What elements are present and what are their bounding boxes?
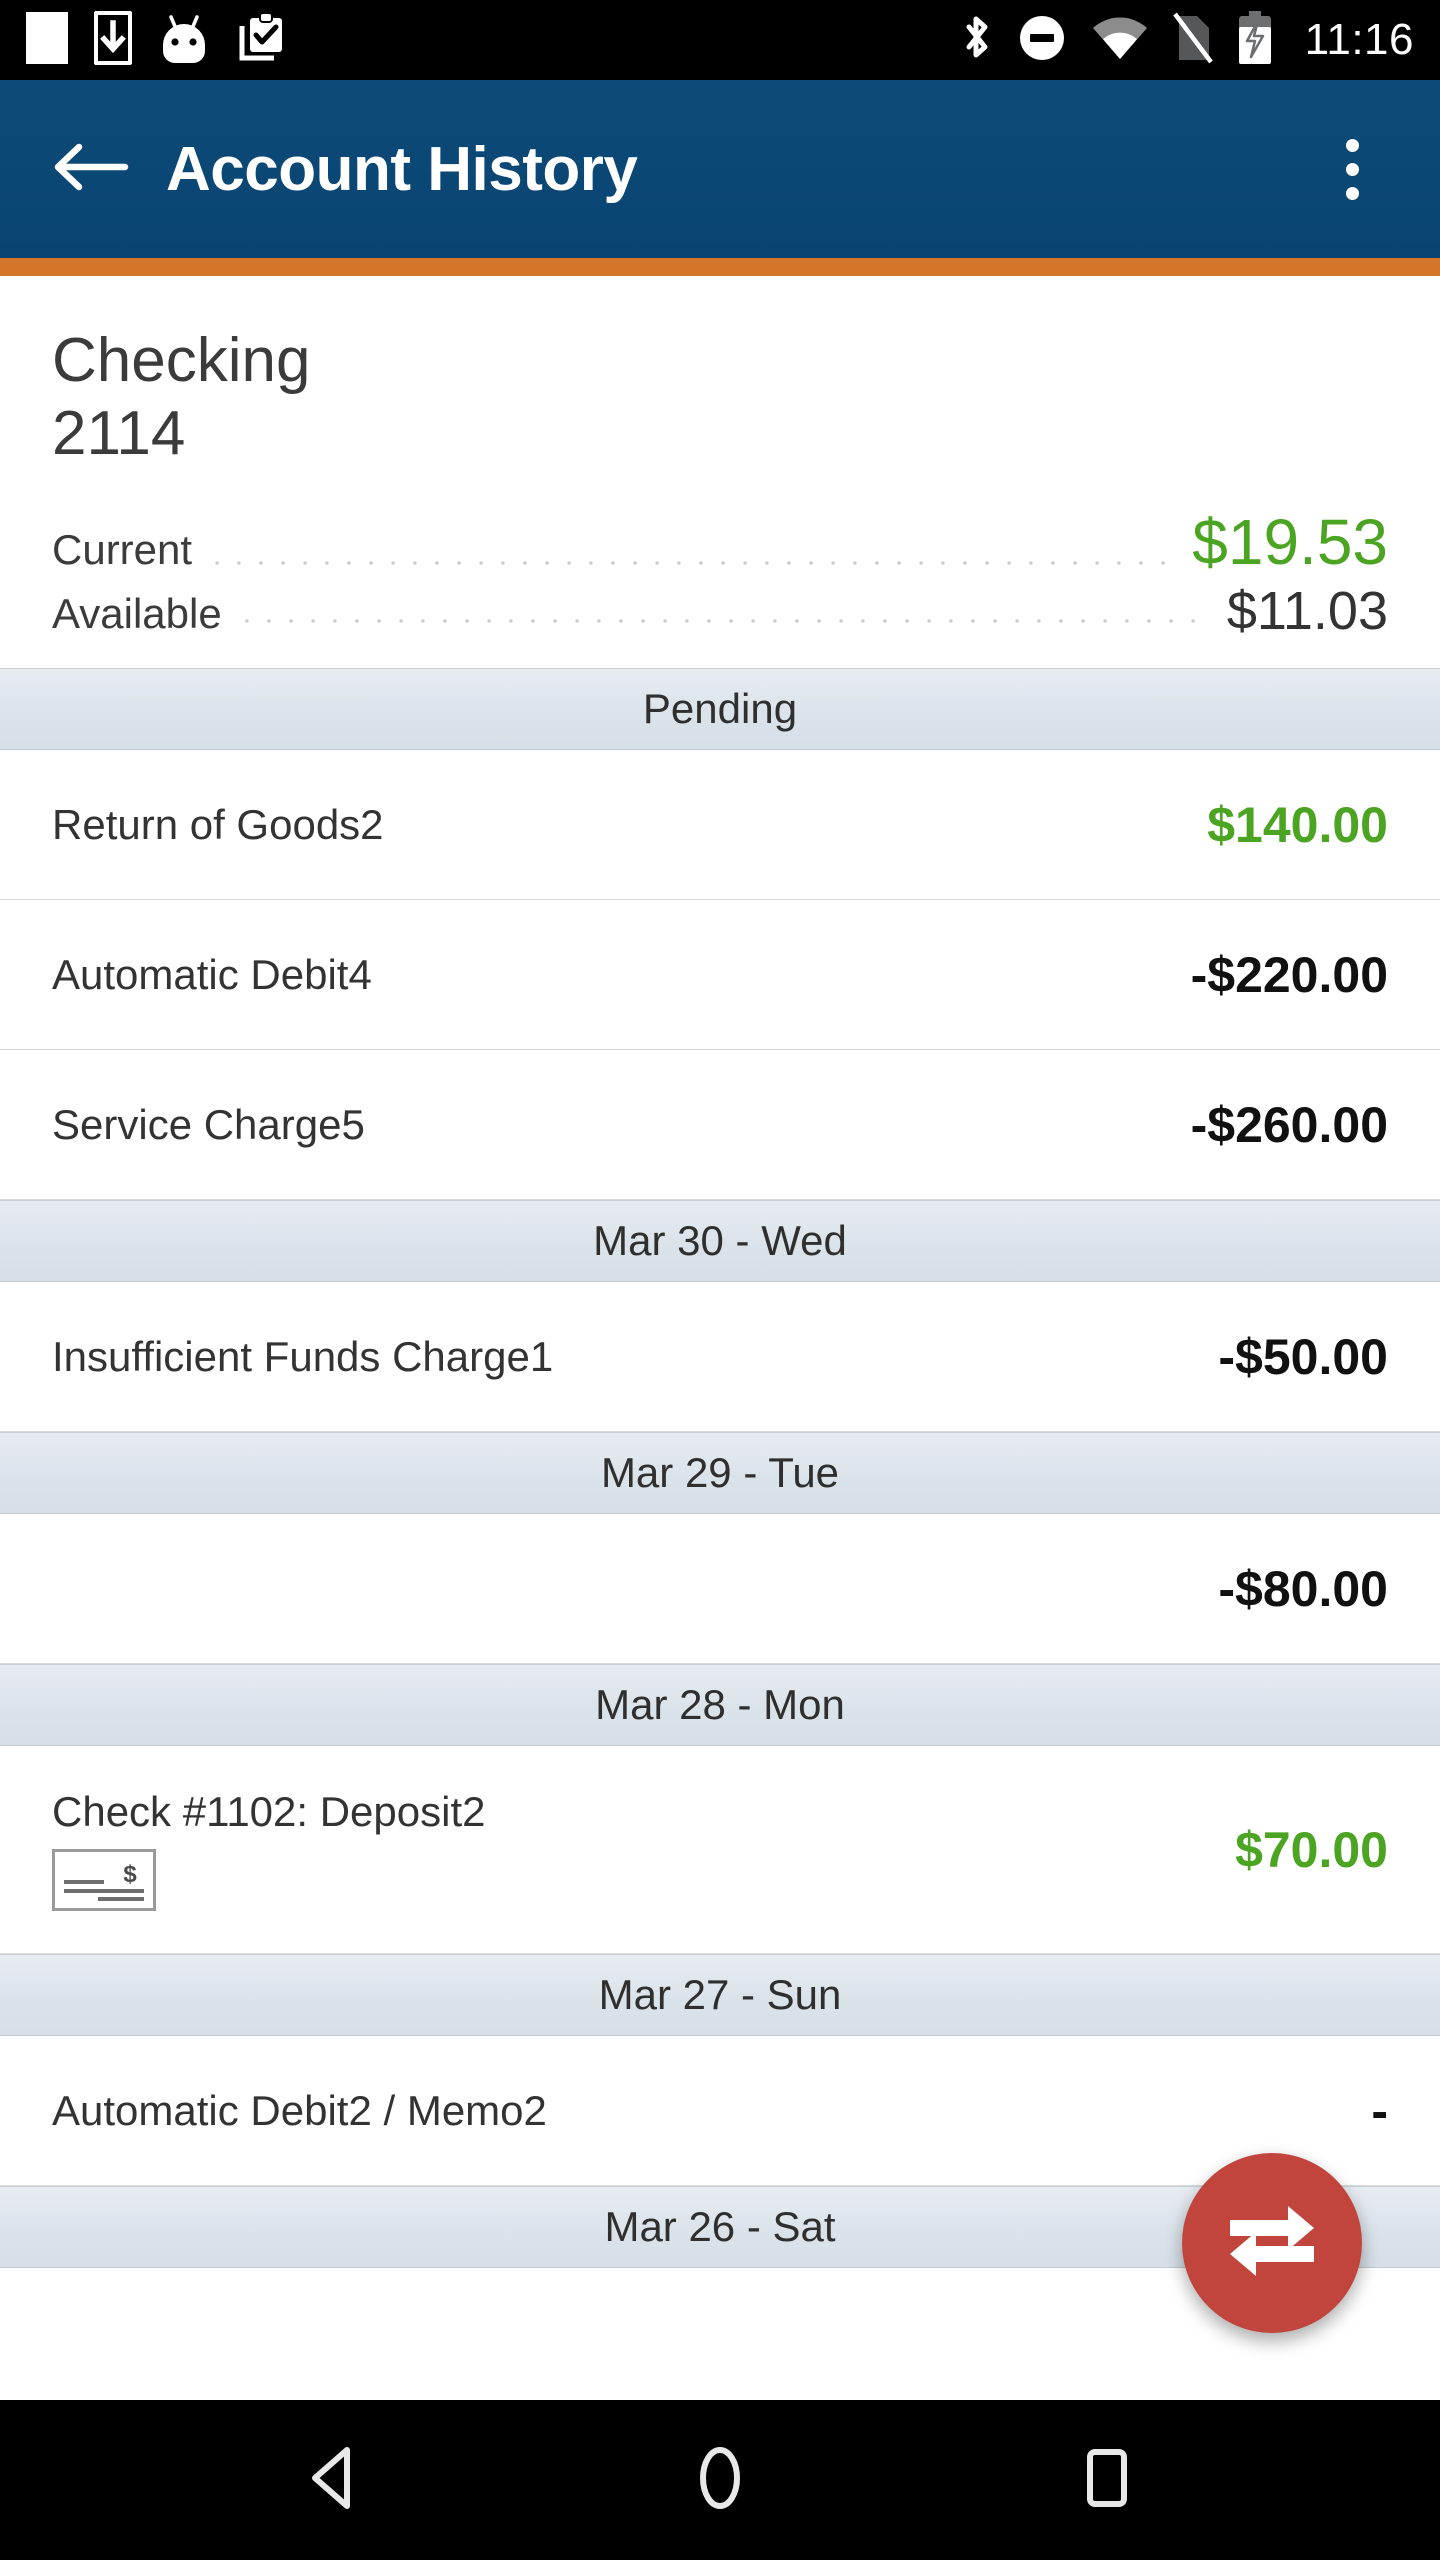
more-vertical-icon-dot — [1345, 162, 1359, 176]
nav-recents-button[interactable] — [1042, 2415, 1172, 2545]
table-row[interactable]: -$80.00 — [0, 1514, 1440, 1665]
section-header-label: Mar 30 - Wed — [593, 1217, 847, 1265]
status-bar: 11:16 — [0, 0, 1440, 80]
download-to-phone-icon — [93, 9, 133, 70]
transfer-fab-button[interactable] — [1182, 2153, 1362, 2333]
section-header-label: Mar 29 - Tue — [600, 1449, 840, 1497]
section-header-label: Pending — [642, 685, 798, 733]
transaction-info: Automatic Debit4 — [52, 950, 1167, 998]
balance-amount-current: $19.53 — [1192, 506, 1388, 579]
transaction-description: Insufficient Funds Charge1 — [52, 1332, 554, 1380]
table-row[interactable]: Automatic Debit4 -$220.00 — [0, 900, 1440, 1051]
recents-square-icon — [1081, 2446, 1133, 2515]
transaction-amount: -$260.00 — [1190, 1096, 1388, 1153]
transaction-info: Check #1102: Deposit2 $ — [52, 1787, 1211, 1911]
overflow-menu-button[interactable] — [1312, 119, 1392, 219]
balance-row-available: Available $11.03 — [52, 584, 1388, 638]
transaction-amount: -$220.00 — [1190, 946, 1388, 1003]
table-row[interactable]: Service Charge5 -$260.00 — [0, 1050, 1440, 1201]
section-header-label: Mar 28 - Mon — [595, 1681, 845, 1729]
transaction-scroll-area[interactable]: Checking 2114 Current $19.53 Available $… — [0, 276, 1440, 2400]
accent-bar — [0, 258, 1440, 276]
transaction-amount: -$50.00 — [1218, 1328, 1388, 1385]
transaction-description: Check #1102: Deposit2 — [52, 1787, 486, 1835]
balance-amount-available: $11.03 — [1226, 581, 1388, 642]
transaction-description: Return of Goods2 — [52, 800, 384, 848]
home-circle-icon — [691, 2446, 749, 2515]
transaction-info: Return of Goods2 — [52, 800, 1183, 848]
back-triangle-icon — [305, 2446, 361, 2515]
section-header-pending: Pending — [0, 668, 1440, 751]
transfer-arrows-icon — [1224, 2198, 1320, 2289]
dotted-leader — [235, 596, 1213, 633]
balance-label-available: Available — [52, 590, 222, 638]
transaction-info: Service Charge5 — [52, 1100, 1167, 1148]
android-nav-bar — [0, 2400, 1440, 2560]
no-sim-icon — [1172, 12, 1213, 69]
transaction-amount: $140.00 — [1207, 796, 1388, 853]
do-not-disturb-icon — [1017, 13, 1067, 68]
arrow-left-icon — [53, 139, 129, 200]
check-image-icon[interactable]: $ — [52, 1848, 156, 1911]
section-header-mar-28: Mar 28 - Mon — [0, 1664, 1440, 1747]
clipboard-check-icon — [236, 10, 288, 71]
svg-text:$: $ — [123, 1861, 137, 1888]
transaction-amount: - — [1371, 2082, 1388, 2139]
transaction-description: Service Charge5 — [52, 1100, 365, 1148]
section-header-mar-30: Mar 30 - Wed — [0, 1200, 1440, 1283]
section-header-mar-29: Mar 29 - Tue — [0, 1432, 1440, 1515]
wifi-icon — [1091, 15, 1149, 66]
bluetooth-icon — [959, 13, 993, 68]
table-row[interactable]: Return of Goods2 $140.00 — [0, 750, 1440, 901]
section-header-mar-27: Mar 27 - Sun — [0, 1954, 1440, 2037]
status-bar-clock: 11:16 — [1304, 15, 1414, 64]
battery-charging-icon — [1237, 10, 1273, 70]
phone-screen: 11:16 Account History Checking 2114 Curr… — [0, 0, 1440, 2560]
blank-notification-icon — [26, 11, 68, 69]
balance-label-current: Current — [52, 526, 193, 574]
account-number: 2114 — [52, 399, 186, 469]
transaction-description: Automatic Debit2 / Memo2 — [52, 2086, 547, 2134]
balance-block: Current $19.53 Available $11.03 — [52, 510, 1388, 638]
transaction-info: Insufficient Funds Charge1 — [52, 1332, 1194, 1380]
status-bar-right-icons: 11:16 — [959, 10, 1414, 70]
account-summary: Checking 2114 Current $19.53 Available $… — [0, 276, 1440, 668]
section-header-label: Mar 27 - Sun — [598, 1971, 842, 2019]
dotted-leader — [206, 538, 1179, 575]
app-bar: Account History — [0, 80, 1440, 258]
status-bar-left-icons — [26, 9, 288, 71]
page-title: Account History — [166, 134, 638, 204]
table-row[interactable]: Automatic Debit2 / Memo2 - — [0, 2036, 1440, 2187]
account-name: Checking — [52, 326, 311, 395]
table-row[interactable]: Check #1102: Deposit2 $ $70.00 — [0, 1746, 1440, 1955]
transaction-info: Automatic Debit2 / Memo2 — [52, 2086, 1347, 2134]
back-button[interactable] — [48, 126, 134, 212]
more-vertical-icon-dot — [1345, 138, 1359, 152]
transaction-amount: $70.00 — [1235, 1821, 1388, 1878]
balance-row-current: Current $19.53 — [52, 506, 1388, 579]
section-header-label: Mar 26 - Sat — [604, 2203, 836, 2251]
nav-home-button[interactable] — [655, 2415, 785, 2545]
more-vertical-icon-dot — [1345, 186, 1359, 200]
table-row[interactable]: Insufficient Funds Charge1 -$50.00 — [0, 1282, 1440, 1433]
transaction-description: Automatic Debit4 — [52, 950, 372, 998]
transaction-amount: -$80.00 — [1218, 1560, 1388, 1617]
android-robot-icon — [158, 11, 210, 70]
nav-back-button[interactable] — [268, 2415, 398, 2545]
